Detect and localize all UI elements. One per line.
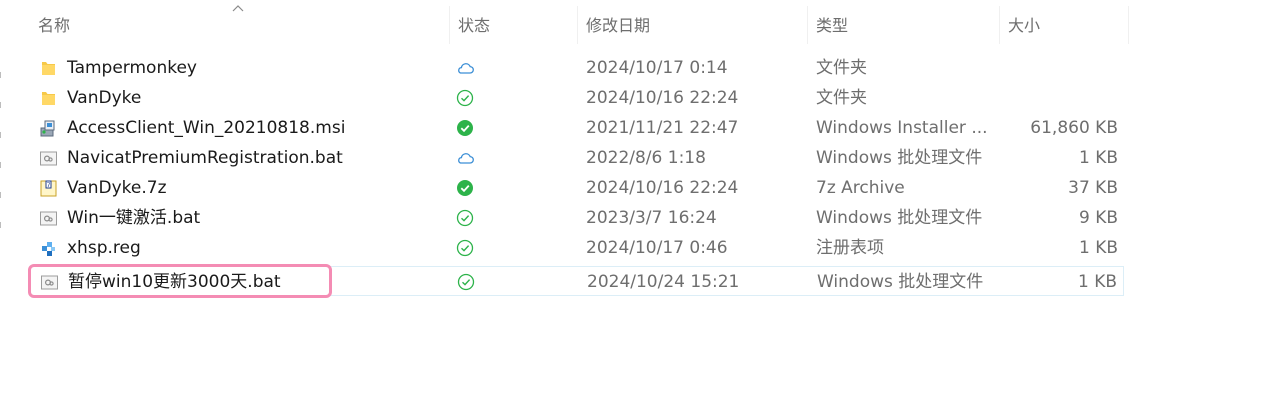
installer-icon	[40, 120, 55, 137]
file-row[interactable]: Tampermonkey 2024/10/17 0:14 文件夹	[30, 53, 1124, 83]
check-outline-icon	[456, 209, 474, 227]
column-divider[interactable]	[1128, 6, 1129, 44]
file-name: xhsp.reg	[67, 238, 141, 258]
check-outline-icon	[457, 273, 475, 291]
file-date: 2022/8/6 1:18	[586, 148, 706, 168]
file-date: 2024/10/17 0:14	[586, 58, 728, 78]
file-name: VanDyke.7z	[67, 178, 167, 198]
file-type: 文件夹	[816, 88, 867, 108]
file-date: 2023/3/7 16:24	[586, 208, 717, 228]
navigation-pane-edge	[0, 0, 6, 414]
file-row[interactable]: NavicatPremiumRegistration.bat 2022/8/6 …	[30, 143, 1124, 173]
column-header-bar: 名称 状态 修改日期 类型 大小	[0, 0, 1279, 50]
file-date: 2021/11/21 22:47	[586, 118, 739, 138]
file-size: 61,860 KB	[1030, 118, 1118, 138]
svg-text:7: 7	[47, 182, 51, 189]
check-filled-icon	[457, 180, 473, 196]
file-name: VanDyke	[67, 88, 142, 108]
check-outline-icon	[456, 89, 474, 107]
annotation-highlight-box	[28, 264, 332, 298]
column-divider[interactable]	[449, 6, 450, 44]
file-size: 1 KB	[1078, 148, 1118, 168]
file-size: 9 KB	[1078, 208, 1118, 228]
column-header-name[interactable]: 名称	[38, 14, 70, 38]
file-name: Win一键激活.bat	[67, 208, 201, 228]
file-name: NavicatPremiumRegistration.bat	[67, 148, 343, 168]
column-divider[interactable]	[577, 6, 578, 44]
file-name: Tampermonkey	[67, 58, 197, 78]
file-type: Windows 批处理文件	[817, 272, 984, 292]
column-header-status[interactable]: 状态	[458, 14, 490, 38]
folder-icon	[42, 92, 55, 105]
cloud-icon	[458, 63, 474, 74]
folder-icon	[42, 62, 55, 75]
file-type: Windows 批处理文件	[816, 148, 983, 168]
file-date: 2024/10/17 0:46	[586, 238, 728, 258]
file-row[interactable]: Win一键激活.bat 2023/3/7 16:24 Windows 批处理文件…	[30, 203, 1124, 233]
file-type: Windows 批处理文件	[816, 208, 983, 228]
column-divider[interactable]	[999, 6, 1000, 44]
batch-file-icon	[40, 151, 57, 166]
file-row[interactable]: 7 VanDyke.7z 2024/10/16 22:24 7z Archive…	[30, 173, 1124, 203]
registry-icon	[42, 242, 55, 256]
file-date: 2024/10/16 22:24	[586, 88, 739, 108]
file-size: 37 KB	[1068, 178, 1118, 198]
file-row[interactable]: xhsp.reg 2024/10/17 0:46 注册表项 1 KB	[30, 233, 1124, 263]
file-type: Windows Installer ...	[816, 118, 988, 138]
file-type: 文件夹	[816, 58, 867, 78]
file-type: 7z Archive	[816, 178, 905, 198]
file-date: 2024/10/24 15:21	[587, 272, 740, 292]
file-name: AccessClient_Win_20210818.msi	[67, 118, 346, 138]
column-header-size[interactable]: 大小	[1008, 14, 1040, 38]
column-header-type[interactable]: 类型	[816, 14, 848, 38]
file-row[interactable]: VanDyke 2024/10/16 22:24 文件夹	[30, 83, 1124, 113]
file-row[interactable]: AccessClient_Win_20210818.msi 2021/11/21…	[30, 113, 1124, 143]
column-divider[interactable]	[807, 6, 808, 44]
archive-icon: 7	[40, 180, 57, 197]
file-type: 注册表项	[816, 238, 884, 258]
file-size: 1 KB	[1077, 272, 1117, 292]
check-filled-icon	[457, 120, 473, 136]
cloud-icon	[458, 153, 474, 164]
check-outline-icon	[456, 239, 474, 257]
file-size: 1 KB	[1078, 238, 1118, 258]
batch-file-icon	[40, 211, 57, 226]
column-header-modified[interactable]: 修改日期	[586, 14, 650, 38]
sort-ascending-icon[interactable]	[232, 4, 244, 12]
file-date: 2024/10/16 22:24	[586, 178, 739, 198]
